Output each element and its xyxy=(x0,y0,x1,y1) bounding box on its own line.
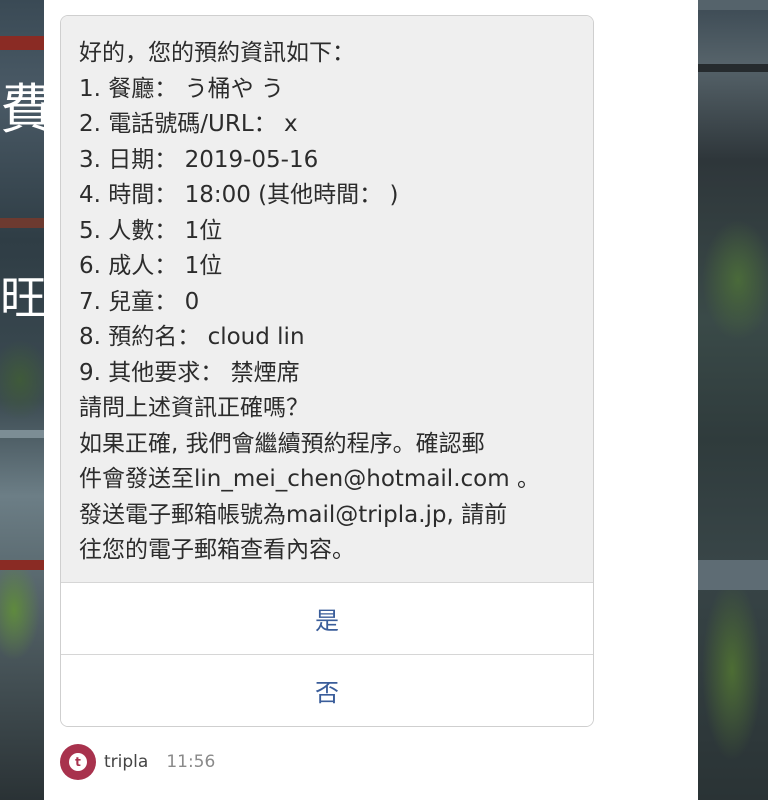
message-line: 1. 餐廳： う桶や う xyxy=(79,75,284,102)
background-roof xyxy=(0,430,44,438)
sender-name: tripla xyxy=(104,752,149,772)
chat-panel: 好的，您的預約資訊如下： 1. 餐廳： う桶や う 2. 電話號碼/URL： x… xyxy=(44,0,698,800)
yes-button[interactable]: 是 xyxy=(61,583,593,655)
message-line: 7. 兒童： 0 xyxy=(79,288,200,315)
avatar: t xyxy=(60,744,96,780)
message-line: 8. 預約名： cloud lin xyxy=(79,324,305,350)
message-line: 發送電子郵箱帳號為mail@tripla.jp, 請前 xyxy=(79,501,508,528)
message-line: 5. 人數： 1位 xyxy=(79,217,223,244)
background-page-right xyxy=(698,0,768,800)
message-timestamp: 11:56 xyxy=(166,752,216,772)
message-card: 好的，您的預約資訊如下： 1. 餐廳： う桶や う 2. 電話號碼/URL： x… xyxy=(60,15,594,727)
message-line: 好的，您的預約資訊如下： xyxy=(79,40,355,66)
background-roof xyxy=(0,36,44,50)
background-roof xyxy=(0,560,44,570)
message-line: 如果正確, 我們會繼續預約程序。確認郵 xyxy=(79,430,485,457)
message-line: 往您的電子郵箱查看內容。 xyxy=(79,537,355,563)
background-roof xyxy=(698,64,768,72)
message-line: 6. 成人： 1位 xyxy=(79,253,223,279)
background-heading-fragment: 費 xyxy=(0,80,44,140)
background-page-left: 費 旺 xyxy=(0,0,44,800)
message-bubble: 好的，您的預約資訊如下： 1. 餐廳： う桶や う 2. 電話號碼/URL： x… xyxy=(61,16,593,583)
background-roof xyxy=(0,218,44,228)
tripla-logo-icon: t xyxy=(69,753,87,771)
message-line: 9. 其他要求： 禁煙席 xyxy=(79,359,300,386)
message-line: 4. 時間： 18:00 (其他時間： ) xyxy=(79,182,399,208)
background-roof xyxy=(698,560,768,590)
message-line: 3. 日期： 2019-05-16 xyxy=(79,146,319,173)
message-line: 件會發送至lin_mei_chen@hotmail.com 。 xyxy=(79,466,540,492)
screen: 費 旺 好的，您的預約資訊如下： 1. 餐廳： う桶や う 2. 電話號碼/UR… xyxy=(0,0,768,800)
message-meta: t tripla 11:56 xyxy=(60,744,215,780)
no-button[interactable]: 否 xyxy=(61,655,593,726)
message-line: 2. 電話號碼/URL： x xyxy=(79,111,298,137)
message-line: 請問上述資訊正確嗎？ xyxy=(79,395,309,421)
background-text-fragment: 旺 xyxy=(0,272,44,324)
background-roof xyxy=(698,0,768,10)
